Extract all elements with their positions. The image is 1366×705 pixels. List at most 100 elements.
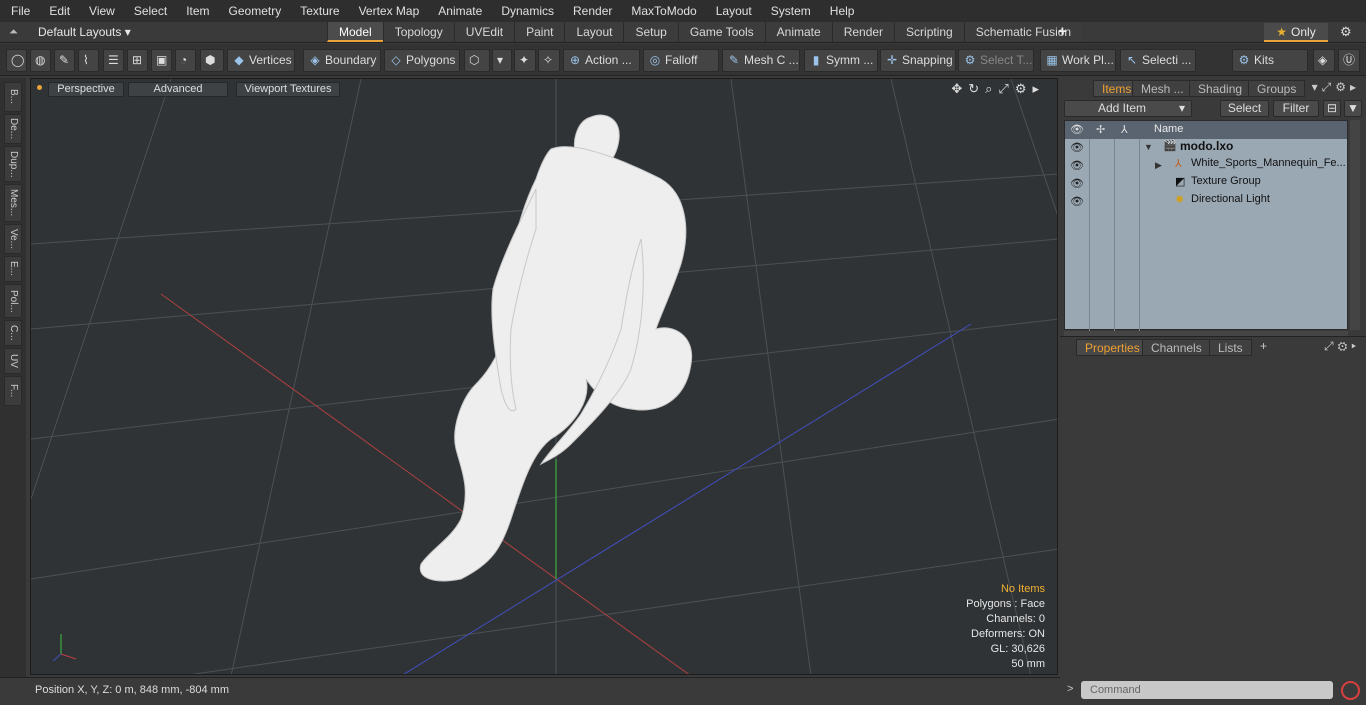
polygons-button[interactable]: ◇ Polygons (384, 49, 460, 72)
tab-paint[interactable]: Paint (514, 22, 565, 42)
symmetry-button[interactable]: ▮ Symm ... (804, 49, 878, 72)
command-input[interactable]: Command (1081, 681, 1333, 699)
view-mode-button[interactable]: Perspective (48, 82, 124, 97)
left-tab-polygon[interactable]: Pol... (4, 284, 22, 318)
panel-dropdown-icon[interactable]: ▾ (1312, 80, 1322, 94)
panel-popout-icon[interactable]: ⤢ (1324, 339, 1338, 353)
3d-viewport[interactable]: Perspective Advanced Viewport Textures ✥… (30, 78, 1058, 675)
tab-shading[interactable]: Shading (1189, 80, 1252, 97)
symmetry-y-icon[interactable]: ✧ (538, 49, 560, 72)
tab-model[interactable]: Model (327, 22, 383, 42)
tab-topology[interactable]: Topology (382, 22, 454, 42)
menu-texture[interactable]: Texture (289, 4, 347, 18)
tab-animate[interactable]: Animate (764, 22, 832, 42)
snapping-button[interactable]: ✛ Snapping (880, 49, 956, 72)
brush-icon[interactable]: ⌇ (78, 49, 99, 72)
left-tab-edge[interactable]: E... (4, 256, 22, 282)
symmetry-x-icon[interactable]: ✦ (514, 49, 536, 72)
menu-select[interactable]: Select (123, 4, 175, 18)
expand-icon[interactable]: ▼ (1144, 142, 1153, 152)
list-item[interactable]: 👁 ✹ Directional Light (1065, 193, 1347, 211)
tab-channels[interactable]: Channels (1142, 339, 1211, 356)
eye-icon[interactable]: 👁 (1070, 159, 1084, 172)
material-icon[interactable]: ⬡ (464, 49, 490, 72)
panel-arrow-icon[interactable]: ▸ (1351, 339, 1360, 353)
falloff-button[interactable]: ◎ Falloff (643, 49, 719, 72)
gear-icon[interactable]: ⚙ (1340, 24, 1352, 40)
zoom-view-icon[interactable]: ⌕ (985, 81, 998, 96)
menu-system[interactable]: System (760, 4, 819, 18)
maximize-view-icon[interactable]: ⤢ (998, 81, 1014, 96)
menu-dynamics[interactable]: Dynamics (490, 4, 562, 18)
tab-properties[interactable]: Properties (1076, 339, 1149, 356)
menu-render[interactable]: Render (562, 4, 620, 18)
center-icon[interactable]: ⊞ (127, 49, 148, 72)
menu-view[interactable]: View (78, 4, 123, 18)
list-item[interactable]: 👁 ◩ Texture Group (1065, 175, 1347, 193)
tab-mesh[interactable]: Mesh ... (1132, 80, 1193, 97)
viewport-arrow-icon[interactable]: ▸ (1032, 81, 1045, 96)
name-column-header[interactable]: Name (1154, 123, 1183, 135)
left-tab-uv[interactable]: UV (4, 348, 22, 374)
shading-mode-button[interactable]: Advanced (128, 82, 228, 97)
vertices-button[interactable]: ◆ Vertices (227, 49, 295, 72)
tab-lists[interactable]: Lists (1209, 339, 1252, 356)
unity-icon[interactable]: ◈ (1313, 49, 1335, 72)
element-icon[interactable]: ▣ (151, 49, 172, 72)
rotate-view-icon[interactable]: ↻ (968, 81, 985, 96)
eye-icon[interactable]: 👁 (1070, 141, 1084, 154)
item-mode-icon[interactable]: ⬢ (200, 49, 224, 72)
eye-icon[interactable]: 👁 (1070, 195, 1084, 208)
select-button[interactable]: Select (1220, 100, 1269, 117)
selection-sets-button[interactable]: ↖ Selecti ... (1120, 49, 1196, 72)
add-item-button[interactable]: Add Item ▾ (1064, 100, 1192, 117)
panel-settings-icon[interactable]: ⚙ (1335, 80, 1350, 94)
list-item[interactable]: 👁 ▼ 🎬 modo.lxo (1065, 139, 1347, 157)
add-tab-icon[interactable]: + (1260, 339, 1267, 353)
items-vertical-scrollbar[interactable] (1350, 120, 1360, 330)
eye-icon[interactable]: 👁 (1070, 177, 1084, 190)
visibility-column-icon[interactable]: 👁 (1070, 123, 1084, 136)
list-item[interactable]: 👁 ▶ ⅄ White_Sports_Mannequin_Fe... (1065, 157, 1347, 175)
tab-setup[interactable]: Setup (623, 22, 678, 42)
default-layouts-dropdown[interactable]: Default Layouts ▾ (38, 25, 131, 39)
left-tab-duplicate[interactable]: Dup... (4, 146, 22, 182)
chevron-down-icon[interactable]: ▾ (492, 49, 512, 72)
left-tab-deform[interactable]: De... (4, 114, 22, 144)
select-through-button[interactable]: ⚙ Select T... (958, 49, 1034, 72)
viewport-textures-button[interactable]: Viewport Textures (236, 82, 340, 97)
collapse-icon[interactable]: ⊟ (1323, 100, 1341, 117)
globe-icon[interactable]: ◍ (30, 49, 51, 72)
type-column-icon[interactable]: ⅄ (1121, 123, 1128, 136)
expand-icon[interactable]: ▶ (1155, 160, 1162, 171)
unreal-icon[interactable]: Ⓤ (1338, 49, 1360, 72)
left-tab-mesh-edit[interactable]: Mes... (4, 184, 22, 222)
menu-layout[interactable]: Layout (705, 4, 760, 18)
viewport-options-dot[interactable] (37, 85, 42, 90)
pen-icon[interactable]: ✎ (54, 49, 75, 72)
menu-geometry[interactable]: Geometry (218, 4, 290, 18)
lock-column-icon[interactable]: ✢ (1096, 123, 1105, 136)
circle-select-icon[interactable]: ◯ (6, 49, 27, 72)
tab-game-tools[interactable]: Game Tools (677, 22, 765, 42)
tab-uvedit[interactable]: UVEdit (453, 22, 515, 42)
funnel-icon[interactable]: ▼ (1344, 100, 1362, 117)
menu-animate[interactable]: Animate (427, 4, 490, 18)
tab-groups[interactable]: Groups (1248, 80, 1306, 97)
panel-popout-icon[interactable]: ⤢ (1322, 80, 1336, 94)
work-plane-button[interactable]: ▦ Work Pl... (1040, 49, 1116, 72)
left-tab-basic[interactable]: B... (4, 82, 22, 112)
menu-file[interactable]: File (0, 4, 38, 18)
panel-arrow-icon[interactable]: ▸ (1350, 80, 1360, 94)
tab-scripting[interactable]: Scripting (894, 22, 964, 42)
align-icon[interactable]: ☰ (103, 49, 124, 72)
tab-layout[interactable]: Layout (564, 22, 624, 42)
left-tab-vertex[interactable]: Ve... (4, 224, 22, 254)
filter-button[interactable]: Filter (1273, 100, 1319, 117)
viewport-settings-icon[interactable]: ⚙ (1015, 81, 1033, 96)
rotate-icon[interactable]: ◔ (175, 49, 196, 72)
command-history-icon[interactable]: > (1067, 683, 1073, 695)
only-toggle[interactable]: ★ Only (1264, 23, 1328, 42)
menu-vertex-map[interactable]: Vertex Map (348, 4, 428, 18)
menu-help[interactable]: Help (819, 4, 863, 18)
